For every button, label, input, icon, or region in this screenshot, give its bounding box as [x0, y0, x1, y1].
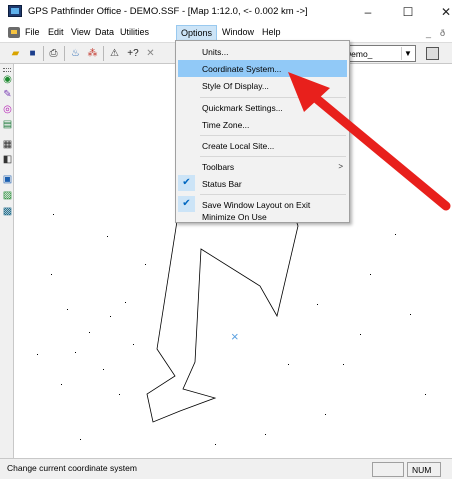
- menu-separator: [200, 156, 346, 157]
- menu-utilities[interactable]: Utilities: [120, 27, 149, 37]
- menu-separator: [200, 135, 346, 136]
- document-icon[interactable]: [8, 27, 20, 38]
- menu-item-status-bar[interactable]: Status Bar: [178, 175, 347, 192]
- title-bar: GPS Pathfinder Office - DEMO.SSF - [Map …: [0, 0, 452, 24]
- measure-icon[interactable]: ⚠: [108, 47, 121, 60]
- export-icon[interactable]: ◧: [2, 154, 13, 165]
- map-icon[interactable]: ▩: [2, 206, 13, 217]
- menu-edit[interactable]: Edit: [48, 27, 64, 37]
- cross-icon[interactable]: ✕: [144, 47, 157, 60]
- menu-data[interactable]: Data: [95, 27, 114, 37]
- menu-view[interactable]: View: [71, 27, 90, 37]
- menu-item-label: Toolbars: [202, 162, 235, 172]
- map-center-marker: ×: [231, 329, 239, 344]
- app-icon[interactable]: [8, 5, 22, 17]
- pen-icon[interactable]: ✎: [2, 89, 13, 100]
- menu-item-label: Status Bar: [202, 179, 242, 189]
- toolbar-separator: [64, 46, 65, 61]
- menu-item-style-of-display[interactable]: Style Of Display...: [178, 77, 347, 94]
- layer-edit-icon[interactable]: ▨: [2, 190, 13, 201]
- close-button[interactable]: ✕: [432, 2, 452, 22]
- submenu-arrow-icon: >: [338, 162, 343, 171]
- open-icon[interactable]: ▰: [9, 47, 22, 60]
- print-icon[interactable]: ⎙: [47, 47, 60, 60]
- toolbar-separator: [43, 46, 44, 61]
- target-icon[interactable]: ◎: [2, 104, 13, 115]
- menu-item-time-zone[interactable]: Time Zone...: [178, 116, 347, 133]
- gps-track: [146, 201, 299, 423]
- menu-item-label: Coordinate System...: [202, 64, 282, 74]
- menu-help[interactable]: Help: [262, 27, 281, 37]
- menu-item-label: Quickmark Settings...: [202, 103, 283, 113]
- menu-item-label: Minimize On Use: [202, 212, 267, 222]
- maximize-button[interactable]: ☐: [394, 2, 422, 22]
- menu-item-quickmark-settings[interactable]: Quickmark Settings...: [178, 99, 347, 116]
- data-icon[interactable]: ♨: [69, 47, 82, 60]
- menu-options[interactable]: Options: [176, 25, 218, 41]
- window-title: GPS Pathfinder Office - DEMO.SSF - [Map …: [28, 6, 308, 17]
- help-icon[interactable]: +?: [125, 47, 141, 60]
- toolbar-grip[interactable]: [3, 68, 11, 72]
- chevron-down-icon[interactable]: ▼: [401, 47, 414, 60]
- status-bar: Change current coordinate system NUM: [0, 458, 452, 479]
- minimize-button[interactable]: –: [354, 2, 382, 22]
- layer-combo[interactable]: Demo_ ▼: [340, 45, 416, 62]
- toolbar-separator: [103, 46, 104, 61]
- menu-separator: [200, 194, 346, 195]
- menu-item-toolbars[interactable]: Toolbars >: [178, 158, 347, 175]
- status-text: Change current coordinate system: [7, 463, 137, 473]
- table-icon[interactable]: ▦: [2, 139, 13, 150]
- menu-item-create-local-site[interactable]: Create Local Site...: [178, 137, 347, 154]
- menu-item-label: Create Local Site...: [202, 141, 275, 151]
- globe-icon[interactable]: ◉: [2, 74, 13, 85]
- menu-item-coordinate-system[interactable]: Coordinate System...: [178, 60, 347, 77]
- mdi-restore-button[interactable]: ð: [440, 28, 445, 38]
- status-panel-empty: [372, 462, 404, 477]
- left-toolbar: ◉ ✎ ◎ ▤ ▦ ◧ ▣ ▨ ▩: [0, 64, 14, 458]
- num-lock-indicator: NUM: [407, 462, 441, 477]
- mdi-minimize-button[interactable]: _: [426, 28, 431, 38]
- num-lock-label: NUM: [412, 465, 432, 475]
- menu-item-units[interactable]: Units...: [178, 43, 347, 60]
- menu-item-label: Time Zone...: [202, 120, 250, 130]
- layers-icon[interactable]: ▤: [2, 119, 13, 130]
- options-menu: Units... Coordinate System... Style Of D…: [175, 40, 350, 223]
- menu-item-minimize-on-use[interactable]: Minimize On Use: [178, 206, 347, 222]
- menu-separator: [200, 97, 346, 98]
- menu-item-label: Style Of Display...: [202, 81, 269, 91]
- map-settings-icon[interactable]: [426, 47, 439, 60]
- menu-window[interactable]: Window: [222, 27, 254, 37]
- menu-file[interactable]: File: [25, 27, 40, 37]
- save-icon[interactable]: ■: [26, 47, 39, 60]
- menu-item-label: Units...: [202, 47, 229, 57]
- grid-icon[interactable]: ⁂: [86, 47, 99, 60]
- grid-tool-icon[interactable]: ▣: [2, 174, 13, 185]
